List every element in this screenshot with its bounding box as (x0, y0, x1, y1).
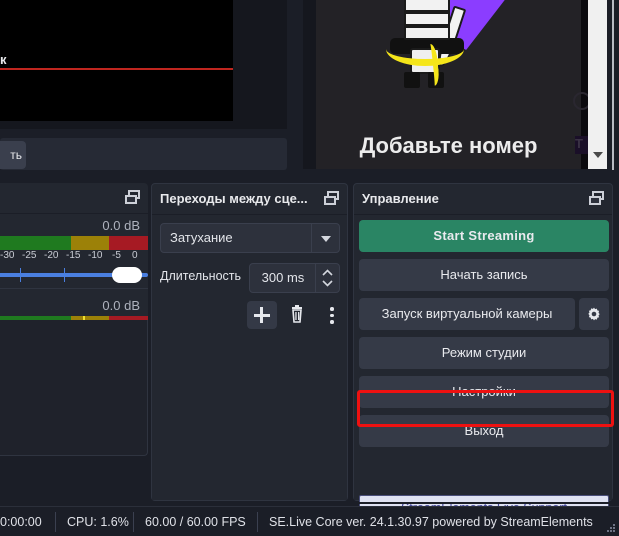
trash-icon (292, 305, 302, 323)
status-fps: 60.00 / 60.00 FPS (145, 515, 246, 529)
undock-icon[interactable] (589, 191, 605, 207)
status-version: SE.Live Core ver. 24.1.30.97 powered by … (269, 515, 593, 529)
preview-red-line (0, 68, 233, 70)
status-stream-time: 0:00:00 (0, 515, 42, 529)
undock-icon[interactable] (125, 190, 141, 206)
remove-transition-button[interactable] (282, 301, 312, 329)
exit-button[interactable]: Выход (359, 415, 609, 447)
window-border-line (612, 0, 614, 170)
settings-button[interactable]: Настройки (359, 376, 609, 408)
controls-dock: Управление Start Streaming Начать запись… (353, 183, 614, 521)
controls-title: Управление (354, 184, 612, 214)
mixer-row-divider (0, 288, 148, 289)
program-preview-right[interactable]: Добавьте номер Т (303, 0, 600, 169)
mixer-row-desktop-audio[interactable]: тола 0.0 dB 0 -45 -40 -35 -30 -25 -20 -1… (0, 216, 148, 284)
bottom-divider (0, 502, 619, 504)
scene-transitions-body: Затухание Длительность 300 ms (152, 214, 347, 500)
obs-main-window: к ть Добавьте номер Т 0.0 dB -30 -25 -20… (0, 0, 619, 536)
preview-canvas[interactable]: к (0, 0, 233, 121)
status-bar: 0:00:00 CPU: 1.6% 60.00 / 60.00 FPS SE.L… (0, 506, 619, 536)
preview-scrollbar[interactable] (588, 0, 607, 169)
duration-label: Длительность (160, 269, 242, 283)
volume-slider-knob[interactable] (112, 267, 142, 283)
chevron-down-icon[interactable] (311, 224, 339, 252)
duration-stepper[interactable]: 300 ms (249, 263, 340, 293)
start-virtual-camera-button[interactable]: Запуск виртуальной камеры (359, 298, 575, 330)
preview-toolbar-button[interactable]: ть (0, 141, 26, 169)
overlay-canvas[interactable]: Добавьте номер (316, 0, 581, 169)
audio-mixer-body: тола 0.0 dB 0 -45 -40 -35 -30 -25 -20 -1… (0, 213, 148, 363)
mixer-source-db: 0.0 dB (102, 218, 140, 233)
helmet-band-1 (404, 10, 450, 14)
scene-transitions-title-text: Переходы между сце... (160, 191, 308, 206)
preview-area: к ть Добавьте номер Т (0, 0, 619, 178)
duration-value: 300 ms (261, 270, 305, 285)
scrollbar-thumb[interactable] (588, 0, 607, 148)
meter-scale-ticks: 0 -45 -40 -35 -30 -25 -20 -15 -10 -5 0 (0, 250, 138, 261)
audio-mixer-title: звука (0, 183, 148, 213)
knight-character-illustration (366, 0, 516, 103)
scene-transitions-title: Переходы между сце... (152, 184, 347, 214)
preview-left-toolbar: ть (0, 138, 287, 170)
start-streaming-button[interactable]: Start Streaming (359, 220, 609, 252)
helmet-band-2 (404, 24, 450, 28)
volume-slider[interactable] (0, 267, 148, 283)
add-transition-button[interactable] (247, 301, 277, 329)
overlay-caption-text: Добавьте номер (359, 133, 538, 158)
duration-stepper-buttons[interactable] (315, 264, 339, 292)
mixer-source-db: 0.0 dB (102, 298, 140, 313)
status-cpu: CPU: 1.6% (67, 515, 129, 529)
program-preview-left[interactable]: к (0, 0, 287, 129)
controls-body: Start Streaming Начать запись Запуск вир… (354, 214, 614, 521)
chevron-down-icon[interactable] (593, 152, 603, 158)
transition-select[interactable]: Затухание (160, 223, 340, 253)
leg-left-shape (404, 72, 420, 88)
audio-mixer-dock: звука тола 0.0 dB 0 -45 -40 -35 -30 (0, 183, 148, 363)
preview-partial-text: к (0, 52, 8, 67)
scene-transitions-dock: Переходы между сце... Затухание Длительн… (151, 183, 348, 501)
volume-meter (0, 236, 148, 250)
start-recording-button[interactable]: Начать запись (359, 259, 609, 291)
studio-mode-button[interactable]: Режим студии (359, 337, 609, 369)
preview-divider[interactable] (287, 0, 292, 172)
audio-mixer-empty-space (0, 320, 148, 456)
chevron-down-icon[interactable] (322, 280, 333, 287)
resize-grip-icon[interactable] (607, 524, 616, 533)
virtual-camera-settings-button[interactable] (579, 298, 609, 330)
kebab-menu-icon (330, 307, 334, 311)
undock-icon[interactable] (324, 191, 340, 207)
controls-title-text: Управление (362, 191, 439, 206)
gear-icon (587, 307, 601, 321)
transition-select-value: Затухание (170, 230, 233, 245)
transition-properties-button[interactable] (317, 301, 347, 329)
chevron-up-icon[interactable] (322, 269, 333, 276)
